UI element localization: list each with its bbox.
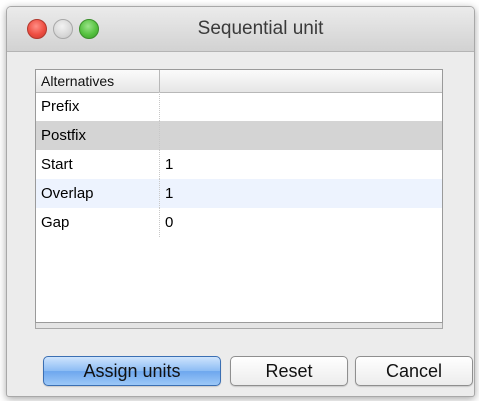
cancel-button[interactable]: Cancel <box>355 356 473 386</box>
window-title: Sequential unit <box>197 18 324 39</box>
table-header: Alternatives <box>36 70 442 93</box>
row-label-prefix: Prefix <box>36 92 160 121</box>
row-value-postfix[interactable] <box>160 121 442 150</box>
table-row[interactable]: Postfix <box>36 121 442 150</box>
alternatives-table: Alternatives Prefix Postfix Start 1 Over… <box>35 69 443 323</box>
row-label-postfix: Postfix <box>36 121 160 150</box>
dialog-window: Sequential unit Alternatives Prefix Post… <box>6 6 475 397</box>
table-row[interactable]: Prefix <box>36 92 442 121</box>
row-value-overlap[interactable]: 1 <box>160 179 442 208</box>
column-header-value[interactable] <box>160 70 442 92</box>
title-bar[interactable]: Sequential unit <box>7 7 474 52</box>
row-label-overlap: Overlap <box>36 179 160 208</box>
row-value-start[interactable]: 1 <box>160 150 442 179</box>
row-value-prefix[interactable] <box>160 92 442 121</box>
reset-button[interactable]: Reset <box>230 356 348 386</box>
row-label-gap: Gap <box>36 208 160 237</box>
assign-units-button[interactable]: Assign units <box>43 356 221 386</box>
table-row[interactable]: Gap 0 <box>36 208 442 237</box>
column-header-alternatives[interactable]: Alternatives <box>36 70 160 92</box>
table-row[interactable]: Start 1 <box>36 150 442 179</box>
row-value-gap[interactable]: 0 <box>160 208 442 237</box>
row-label-start: Start <box>36 150 160 179</box>
table-horizontal-scrollbar[interactable] <box>35 323 443 329</box>
table-row[interactable]: Overlap 1 <box>36 179 442 208</box>
